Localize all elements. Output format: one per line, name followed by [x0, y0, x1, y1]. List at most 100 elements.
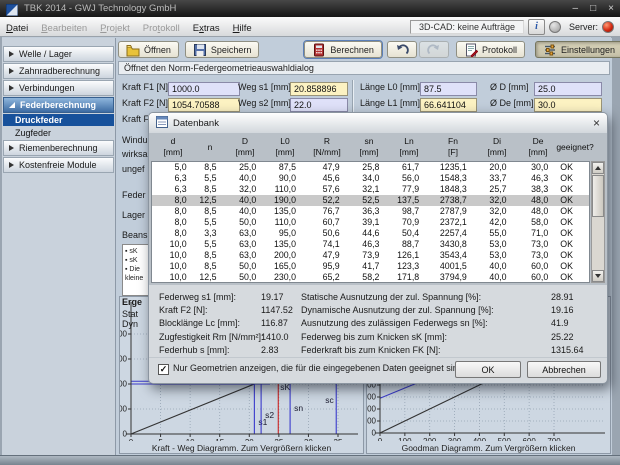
maximize-button[interactable]: □: [590, 3, 596, 14]
sidebar-item-druckfeder[interactable]: Druckfeder: [3, 114, 114, 126]
protokoll-button[interactable]: Protokoll: [456, 41, 525, 58]
scroll-down-button[interactable]: [592, 270, 604, 282]
window-title: TBK 2014 - GWJ Technology GmbH: [24, 3, 561, 14]
table-row[interactable]: 10,08,550,0165,095,941,7123,34001,540,06…: [152, 260, 589, 271]
table-cell: 40,0: [226, 195, 266, 205]
table-cell: 52,2: [305, 195, 349, 205]
table-cell: 2372,1: [428, 217, 476, 227]
cancel-button[interactable]: Abbrechen: [527, 361, 601, 378]
column-header-de: De[mm]: [517, 134, 559, 160]
einstellungen-button[interactable]: Einstellungen: [535, 41, 620, 58]
filter-geometries-checkbox[interactable]: ✓: [158, 364, 169, 375]
datenbank-dialog: Datenbank × d[mm]nD[mm]L0[mm]R[N/mm]sn[m…: [148, 112, 608, 384]
field-kraft-f2-n[interactable]: 1054.70588: [168, 98, 240, 112]
dialog-footer: ✓ Nur Geometrien anzeigen, die für die e…: [149, 357, 608, 380]
ffnen-button[interactable]: Öffnen: [118, 41, 179, 58]
table-cell: 165,0: [265, 261, 305, 271]
table-cell: 2787,9: [428, 206, 476, 216]
svg-text:1500: 1500: [120, 355, 128, 364]
dialog-close-button[interactable]: ×: [593, 117, 600, 129]
field-kraft-f1-n[interactable]: 1000.0: [168, 82, 240, 96]
clipped-label: Kraft F: [122, 114, 148, 124]
speichern-button[interactable]: Speichern: [185, 41, 260, 58]
redo-arrow-icon: [427, 43, 441, 57]
sidebar-item-zugfeder[interactable]: Zugfeder: [3, 127, 114, 139]
column-header-sn: sn[mm]: [349, 134, 389, 160]
table-row[interactable]: 8,012,540,0190,052,252,5137,52738,732,04…: [152, 195, 589, 206]
table-row[interactable]: 10,012,550,0230,065,258,2171,83794,940,0…: [152, 271, 589, 282]
expanded-arrow-icon: [9, 102, 15, 108]
sidebar-item-label: Zahnradberechnung: [19, 66, 100, 76]
redo-arrow-button[interactable]: [419, 41, 449, 58]
menu-projekt[interactable]: Projekt: [100, 23, 130, 34]
info-button[interactable]: i: [528, 19, 545, 35]
table-cell: 25,7: [476, 184, 516, 194]
toolbar-button-label: Speichern: [211, 45, 252, 55]
table-cell: 47,9: [305, 162, 349, 172]
result-label: Zugfestigkeit Rm [N/mm²]:: [159, 331, 259, 344]
table-row[interactable]: 8,03,363,095,050,644,650,42257,455,071,0…: [152, 227, 589, 238]
scroll-up-button[interactable]: [592, 162, 604, 174]
table-row[interactable]: 8,08,540,0135,076,736,398,72787,932,048,…: [152, 206, 589, 217]
field-de-mm[interactable]: 30.0: [534, 98, 602, 112]
field-l-nge-l0-mm[interactable]: 87.5: [420, 82, 477, 96]
field-l-nge-l1-mm[interactable]: 66.641104: [420, 98, 477, 112]
menu-protokoll[interactable]: Protokoll: [143, 23, 180, 34]
table-cell: 50,6: [305, 228, 349, 238]
sidebar-item-kostenfreie-module[interactable]: Kostenfreie Module: [3, 157, 114, 173]
title-bar: TBK 2014 - GWJ Technology GmbH – □ ×: [0, 0, 620, 17]
result-value: 28.91: [551, 291, 574, 304]
close-button[interactable]: ×: [608, 3, 614, 14]
window-right-edge: [611, 36, 620, 455]
table-row[interactable]: 5,08,525,087,547,925,861,71235,120,030,0…: [152, 162, 589, 173]
field-weg-s2-mm[interactable]: 22.0: [290, 98, 348, 112]
sidebar-item-zahnradberechnung[interactable]: Zahnradberechnung: [3, 63, 114, 79]
sidebar-item-riemenberechnung[interactable]: Riemenberechnung: [3, 140, 114, 156]
table-row[interactable]: 6,35,540,090,045,634,056,01548,333,746,3…: [152, 173, 589, 184]
table-cell: 3,3: [196, 228, 226, 238]
table-cell: 40,0: [226, 206, 266, 216]
menu-datei[interactable]: Datei: [6, 23, 28, 34]
table-row[interactable]: 6,38,532,0110,057,632,177,91848,325,738,…: [152, 184, 589, 195]
table-cell: 1235,1: [428, 162, 476, 172]
table-cell: 38,3: [516, 184, 558, 194]
table-scrollbar[interactable]: [591, 161, 605, 283]
column-header-r: R[N/mm]: [305, 134, 349, 160]
minimize-button[interactable]: –: [573, 3, 579, 14]
menu-extras[interactable]: Extras: [193, 23, 220, 34]
result-value: 19.16: [551, 304, 574, 317]
table-cell: 46,3: [516, 173, 558, 183]
table-cell: 60,0: [516, 261, 558, 271]
results-panel: Federweg s1 [mm]:19.17Kraft F2 [N]:1147.…: [149, 287, 608, 357]
svg-text:s2: s2: [265, 410, 274, 420]
collapsed-arrow-icon: [9, 85, 14, 91]
table-cell: 171,8: [388, 272, 428, 282]
clipped-result-label: Erge: [122, 297, 148, 307]
column-header-geeignet: geeignet?: [559, 134, 591, 160]
table-cell: 8,0: [152, 195, 196, 205]
field-weg-s1-mm[interactable]: 20.858896: [290, 82, 348, 96]
table-row[interactable]: 10,05,563,0135,074,146,388,73430,853,073…: [152, 238, 589, 249]
field-d-mm[interactable]: 25.0: [534, 82, 602, 96]
table-row[interactable]: 10,08,563,0200,047,973,9126,13543,453,07…: [152, 249, 589, 260]
sidebar-item-federberechnung[interactable]: Federberechnung: [3, 97, 114, 113]
undo-arrow-button[interactable]: [387, 41, 417, 58]
collapsed-arrow-icon: [9, 162, 14, 168]
table-cell: 25,0: [226, 162, 266, 172]
result-label: Ausnutzung des zulässigen Federwegs sn […: [301, 317, 546, 330]
table-row[interactable]: 8,05,550,0110,060,739,170,92372,142,058,…: [152, 217, 589, 228]
berechnen-button[interactable]: Berechnen: [304, 41, 382, 58]
clipped-result-label: Dyn: [122, 319, 148, 329]
scrollbar-thumb[interactable]: [592, 175, 604, 217]
ok-button[interactable]: OK: [455, 361, 521, 378]
menu-hilfe[interactable]: Hilfe: [233, 23, 252, 34]
table-cell: 55,0: [476, 228, 516, 238]
table-cell: 98,7: [388, 206, 428, 216]
result-value: 116.87: [261, 317, 288, 330]
sidebar-item-welle-lager[interactable]: Welle / Lager: [3, 46, 114, 62]
table-cell: 42,0: [476, 217, 516, 227]
sidebar-item-verbindungen[interactable]: Verbindungen: [3, 80, 114, 96]
menu-bearbeiten[interactable]: Bearbeiten: [41, 23, 87, 34]
table-cell: 73,9: [349, 250, 389, 260]
result-label: Statische Ausnutzung der zul. Spannung […: [301, 291, 546, 304]
